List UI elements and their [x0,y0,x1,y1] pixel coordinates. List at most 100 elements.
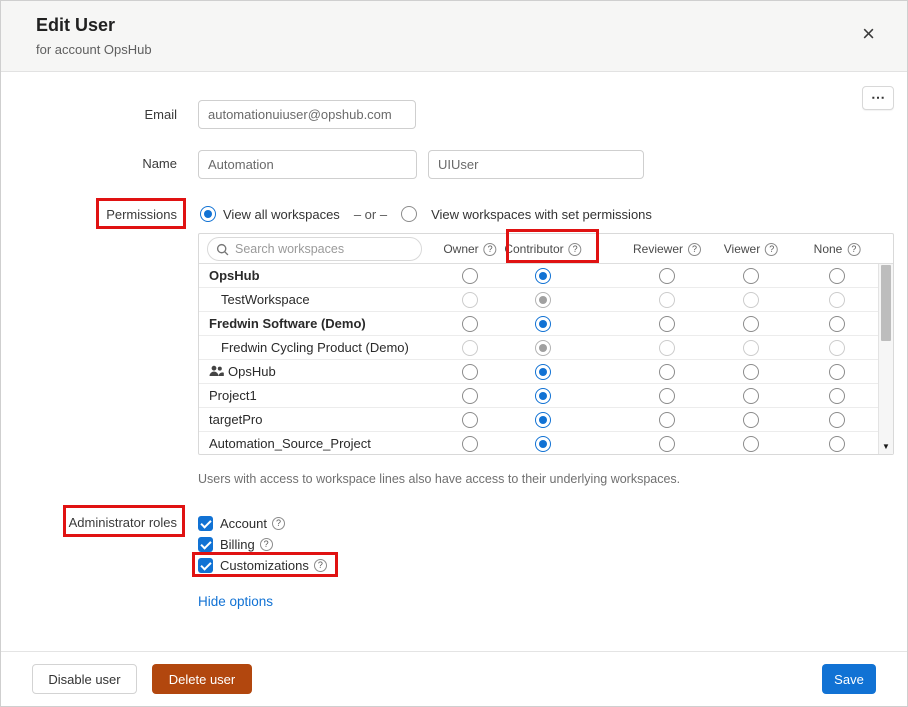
help-icon[interactable]: ? [272,517,285,530]
checkbox-checked-icon[interactable] [198,558,213,573]
checkbox-checked-icon[interactable] [198,537,213,552]
radio-contributor[interactable] [535,412,551,428]
help-icon[interactable]: ? [314,559,327,572]
last-name-field[interactable] [428,150,644,179]
table-row: Project1 [199,384,878,408]
table-row: TestWorkspace [199,288,878,312]
table-row: OpsHub [199,360,878,384]
scroll-down-icon[interactable]: ▼ [879,442,893,452]
radio-contributor [535,292,551,308]
radio-view-set-permissions[interactable] [401,206,417,222]
radio-reviewer [659,340,675,356]
radio-none[interactable] [829,436,845,452]
save-button[interactable]: Save [822,664,876,694]
workspace-name: Fredwin Software (Demo) [209,316,366,331]
radio-viewer[interactable] [743,316,759,332]
help-icon[interactable]: ? [688,243,701,256]
radio-none [829,340,845,356]
users-icon [209,365,224,377]
checkbox-label: Customizations [220,558,309,573]
permissions-radio-group: View all workspaces – or – View workspac… [200,206,652,222]
radio-reviewer[interactable] [659,412,675,428]
help-icon[interactable]: ? [847,243,860,256]
or-divider: – or – [354,207,387,222]
checkbox-checked-icon[interactable] [198,516,213,531]
table-scrollbar[interactable]: ▼ [878,264,893,454]
admin-role-item[interactable]: Customizations ? [198,557,327,574]
hide-options-link[interactable]: Hide options [198,594,273,609]
help-icon[interactable]: ? [569,243,582,256]
column-header-viewer: Viewer? [724,242,778,256]
workspace-name: Automation_Source_Project [209,436,371,451]
close-icon[interactable]: × [862,23,875,45]
disable-user-button[interactable]: Disable user [32,664,137,694]
help-icon[interactable]: ? [765,243,778,256]
page-title: Edit User [36,15,115,36]
workspace-name-text: Fredwin Software (Demo) [209,316,366,331]
radio-owner[interactable] [462,436,478,452]
email-field[interactable] [198,100,416,129]
radio-owner[interactable] [462,316,478,332]
checkbox-label: Billing [220,537,255,552]
column-header-owner: Owner? [443,242,496,256]
radio-owner[interactable] [462,412,478,428]
radio-view-all-workspaces[interactable] [200,206,216,222]
search-input[interactable] [235,242,413,256]
radio-viewer [743,340,759,356]
radio-contributor[interactable] [535,388,551,404]
column-header-reviewer: Reviewer? [633,242,701,256]
table-row: Fredwin Software (Demo) [199,312,878,336]
radio-reviewer[interactable] [659,316,675,332]
radio-reviewer[interactable] [659,364,675,380]
radio-none[interactable] [829,412,845,428]
radio-owner [462,340,478,356]
radio-viewer[interactable] [743,412,759,428]
workspace-name-text: OpsHub [228,364,276,379]
workspace-name-text: Fredwin Cycling Product (Demo) [221,340,409,355]
workspace-permissions-table: Owner? Contributor? Reviewer? Viewer? No… [198,233,894,455]
workspace-name: targetPro [209,412,262,427]
workspace-name-text: targetPro [209,412,262,427]
radio-reviewer[interactable] [659,436,675,452]
radio-viewer[interactable] [743,364,759,380]
radio-owner[interactable] [462,268,478,284]
workspace-name-text: OpsHub [209,268,260,283]
first-name-field[interactable] [198,150,417,179]
permissions-label: Permissions [57,207,177,222]
workspace-name: TestWorkspace [221,292,310,307]
dialog-subtitle: for account OpsHub [36,42,152,57]
column-header-none: None? [814,242,861,256]
radio-none[interactable] [829,268,845,284]
admin-role-item[interactable]: Account ? [198,515,327,532]
table-row: Fredwin Cycling Product (Demo) [199,336,878,360]
radio-contributor [535,340,551,356]
radio-none [829,292,845,308]
radio-viewer[interactable] [743,436,759,452]
admin-role-item[interactable]: Billing ? [198,536,327,553]
help-icon[interactable]: ? [484,243,497,256]
admin-roles-label: Administrator roles [57,515,177,530]
radio-none[interactable] [829,364,845,380]
help-icon[interactable]: ? [260,538,273,551]
radio-viewer[interactable] [743,268,759,284]
workspace-access-note: Users with access to workspace lines als… [198,472,680,486]
radio-reviewer[interactable] [659,388,675,404]
radio-owner[interactable] [462,388,478,404]
workspace-search[interactable] [207,237,422,261]
radio-contributor[interactable] [535,364,551,380]
radio-view-set-label: View workspaces with set permissions [431,207,652,222]
radio-viewer[interactable] [743,388,759,404]
dialog-header: Edit User for account OpsHub × [1,1,907,72]
radio-contributor[interactable] [535,316,551,332]
radio-contributor[interactable] [535,268,551,284]
delete-user-button[interactable]: Delete user [152,664,252,694]
scrollbar-thumb[interactable] [881,265,891,341]
radio-none[interactable] [829,316,845,332]
radio-owner[interactable] [462,364,478,380]
more-options-button[interactable]: ⋯ [862,86,894,110]
edit-user-dialog: Edit User for account OpsHub × ⋯ Email N… [0,0,908,707]
column-header-contributor: Contributor? [504,242,581,256]
radio-none[interactable] [829,388,845,404]
radio-reviewer[interactable] [659,268,675,284]
radio-contributor[interactable] [535,436,551,452]
